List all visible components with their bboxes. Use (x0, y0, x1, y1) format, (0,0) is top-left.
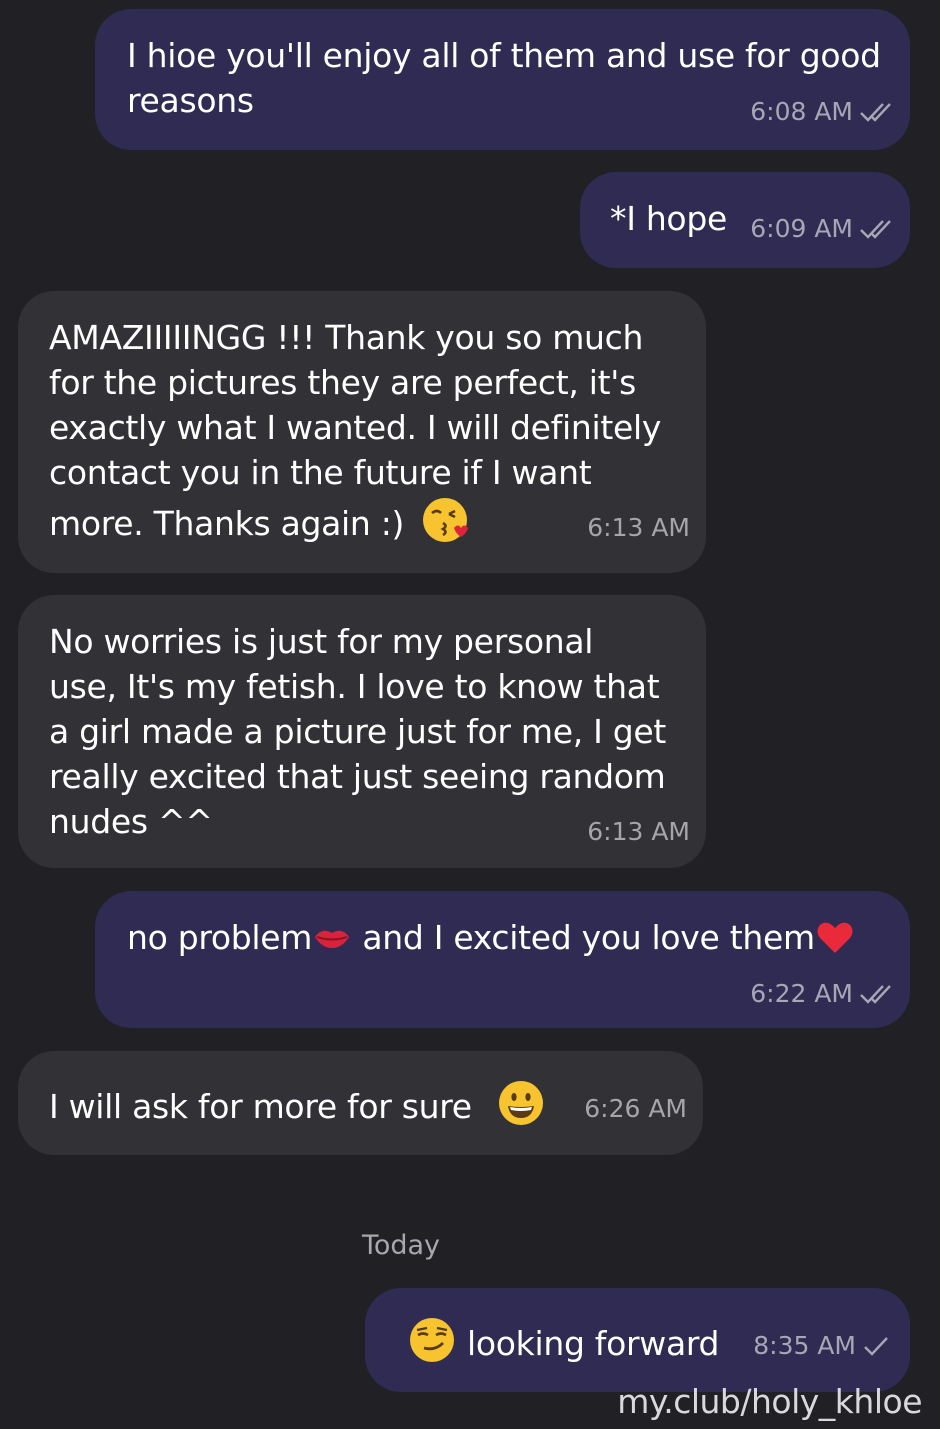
message-line: contact you in the future if I want (49, 453, 592, 492)
message-text: AMAZIIIIINGG !!! Thank you so much for t… (49, 315, 661, 546)
message-line: exactly what I wanted. I will definitely (49, 408, 662, 447)
message-time: 8:35 AM (753, 1331, 856, 1360)
message-text-part: no problem (127, 918, 313, 957)
message-line: nudes ^^ (49, 802, 213, 841)
message-text: No worries is just for my personal use, … (49, 619, 666, 844)
double-check-icon (859, 983, 895, 1005)
message-meta: 6:09 AM (750, 214, 895, 243)
message-line: a girl made a picture just for me, I get (49, 712, 667, 751)
message-line: *I hope (610, 199, 727, 238)
message-line: for the pictures they are perfect, it's (49, 363, 636, 402)
message-line: really excited that just seeing random (49, 757, 666, 796)
message-line: more. Thanks again :) (49, 495, 661, 546)
lips-icon (312, 917, 352, 957)
message-bubble-outgoing[interactable]: *I hope 6:09 AM (580, 172, 910, 268)
message-line: I will ask for more for sure (49, 1087, 472, 1126)
message-line: AMAZIIIIINGG !!! Thank you so much (49, 318, 644, 357)
kissing-face-icon (420, 495, 470, 545)
message-bubble-outgoing[interactable]: looking forward 8:35 AM (365, 1288, 910, 1392)
message-time: 6:08 AM (750, 97, 853, 126)
message-time: 6:13 AM (587, 817, 690, 846)
message-text: *I hope (610, 196, 727, 241)
single-check-icon (862, 1335, 890, 1357)
message-text-part: and I excited you love them (352, 918, 815, 957)
message-bubble-outgoing[interactable]: no problem and I excited you love them 6… (95, 891, 910, 1028)
red-heart-icon (815, 917, 855, 957)
message-bubble-outgoing[interactable]: I hioe you'll enjoy all of them and use … (95, 9, 910, 150)
watermark: my.club/holy_khloe (617, 1382, 922, 1421)
message-meta: 8:35 AM (753, 1331, 890, 1360)
message-text: no problem and I excited you love them (127, 915, 855, 960)
grinning-face-icon (496, 1078, 546, 1128)
message-meta: 6:22 AM (750, 979, 895, 1008)
date-separator: Today (361, 1230, 441, 1261)
message-meta: 6:08 AM (750, 97, 895, 126)
double-check-icon (859, 218, 895, 240)
message-line: I hioe you'll enjoy all of them and use … (127, 36, 881, 75)
message-bubble-incoming[interactable]: AMAZIIIIINGG !!! Thank you so much for t… (18, 291, 706, 573)
message-bubble-incoming[interactable]: No worries is just for my personal use, … (18, 595, 706, 868)
message-meta: 6:13 AM (587, 817, 690, 846)
double-check-icon (859, 101, 895, 123)
message-meta: 6:13 AM (587, 513, 690, 542)
message-time: 6:09 AM (750, 214, 853, 243)
message-time: 6:26 AM (584, 1094, 687, 1123)
message-text: looking forward (407, 1315, 720, 1366)
message-time: 6:13 AM (587, 513, 690, 542)
message-text: I will ask for more for sure (49, 1078, 546, 1129)
message-meta: 6:26 AM (584, 1094, 687, 1123)
message-time: 6:22 AM (750, 979, 853, 1008)
message-line: No worries is just for my personal (49, 622, 594, 661)
message-line: use, It's my fetish. I love to know that (49, 667, 660, 706)
message-line: looking forward (467, 1324, 720, 1363)
message-bubble-incoming[interactable]: I will ask for more for sure 6:26 AM (18, 1051, 703, 1155)
smirking-face-icon (407, 1315, 457, 1365)
